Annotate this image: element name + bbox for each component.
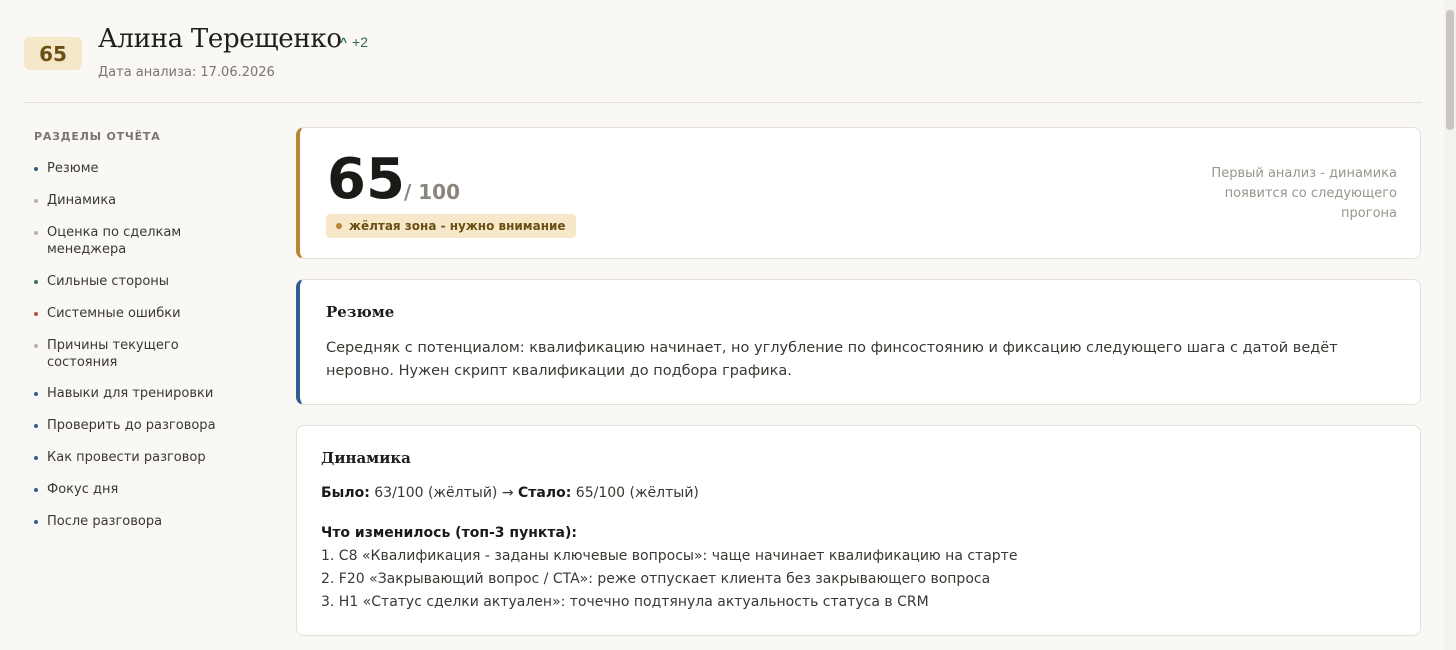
overall-score: 65 (327, 147, 405, 212)
dynamics-title: Динамика (321, 449, 411, 467)
was-label: Было: (321, 485, 370, 501)
bullet-icon (34, 488, 38, 492)
score-chip: 65 (24, 37, 82, 70)
sidebar-item-after-talk[interactable]: После разговора (34, 513, 234, 530)
score-max: / 100 (404, 180, 461, 204)
sidebar-item-label: Системные ошибки (47, 306, 181, 321)
sidebar-item-label: Навыки для тренировки (47, 386, 214, 401)
bullet-icon (34, 424, 38, 428)
arrow-up-icon: ^ (340, 35, 348, 49)
summary-text: Середняк с потенциалом: квалификацию нач… (326, 340, 1338, 379)
sidebar-title: РАЗДЕЛЫ ОТЧЁТА (34, 130, 161, 143)
sidebar-item-systemic-errors[interactable]: Системные ошибки (34, 305, 234, 322)
bullet-icon (34, 392, 38, 396)
sidebar-item-skills[interactable]: Навыки для тренировки (34, 385, 234, 402)
change-item: 3. H1 «Статус сделки актуален»: точечно … (321, 594, 929, 610)
now-value: 65/100 (жёлтый) (575, 485, 699, 501)
sidebar-item-check-before[interactable]: Проверить до разговора (34, 417, 234, 434)
sidebar-item-label: Оценка по сделкам менеджера (47, 225, 182, 257)
sidebar-item-label: Динамика (47, 193, 117, 208)
sidebar-item-label: Причины текущего состояния (47, 338, 179, 370)
bullet-icon (34, 344, 38, 348)
sidebar-item-summary[interactable]: Резюме (34, 160, 234, 177)
zone-dot-icon (336, 223, 342, 229)
analysis-date: Дата анализа: 17.06.2026 (98, 65, 275, 80)
was-value: 63/100 (жёлтый) → (374, 485, 514, 501)
bullet-icon (34, 199, 38, 203)
delta-value: +2 (352, 34, 368, 50)
bullet-icon (34, 456, 38, 460)
summary-card: Резюме Середняк с потенциалом: квалифика… (296, 279, 1421, 405)
sidebar-item-strengths[interactable]: Сильные стороны (34, 273, 234, 290)
sidebar-item-dynamics[interactable]: Динамика (34, 192, 234, 209)
changes-title: Что изменилось (топ-3 пункта): (321, 525, 577, 541)
sidebar-item-label: Фокус дня (47, 482, 119, 497)
zone-badge: жёлтая зона - нужно внимание (326, 214, 576, 238)
sidebar-item-causes[interactable]: Причины текущего состояния (34, 337, 234, 371)
bullet-icon (34, 231, 38, 235)
bullet-icon (34, 520, 38, 524)
now-label: Стало: (518, 485, 572, 501)
manager-name: Алина Терещенко (98, 24, 342, 54)
header-divider (24, 102, 1422, 103)
sidebar-item-label: Проверить до разговора (47, 418, 216, 433)
first-analysis-note: Первый анализ - динамика появится со сле… (1211, 166, 1397, 221)
summary-title: Резюме (326, 303, 395, 321)
bullet-icon (34, 312, 38, 316)
score-card: 65 / 100 жёлтая зона - нужно внимание Пе… (296, 127, 1421, 259)
sidebar-item-how-to-talk[interactable]: Как провести разговор (34, 449, 234, 466)
change-item: 1. C8 «Квалификация - заданы ключевые во… (321, 548, 1018, 564)
scrollbar-thumb[interactable] (1446, 10, 1454, 130)
sidebar-item-day-focus[interactable]: Фокус дня (34, 481, 234, 498)
zone-label: жёлтая зона - нужно внимание (349, 219, 566, 233)
sidebar-item-deal-scores[interactable]: Оценка по сделкам менеджера (34, 224, 234, 258)
sidebar-item-label: Сильные стороны (47, 274, 170, 289)
bullet-icon (34, 280, 38, 284)
score-change-line: Было: 63/100 (жёлтый) → Стало: 65/100 (ж… (321, 482, 699, 505)
sidebar-item-label: Как провести разговор (47, 450, 206, 465)
change-item: 2. F20 «Закрывающий вопрос / CTA»: реже … (321, 571, 991, 587)
sidebar-item-label: После разговора (47, 514, 163, 529)
page-scrollbar[interactable] (1444, 0, 1456, 650)
dynamics-card: Динамика Было: 63/100 (жёлтый) → Стало: … (296, 425, 1421, 636)
report-page: 65 Алина Терещенко ^ +2 Дата анализа: 17… (0, 0, 1444, 650)
sidebar-item-label: Резюме (47, 161, 99, 176)
score-delta: ^ +2 (340, 34, 368, 50)
bullet-icon (34, 167, 38, 171)
